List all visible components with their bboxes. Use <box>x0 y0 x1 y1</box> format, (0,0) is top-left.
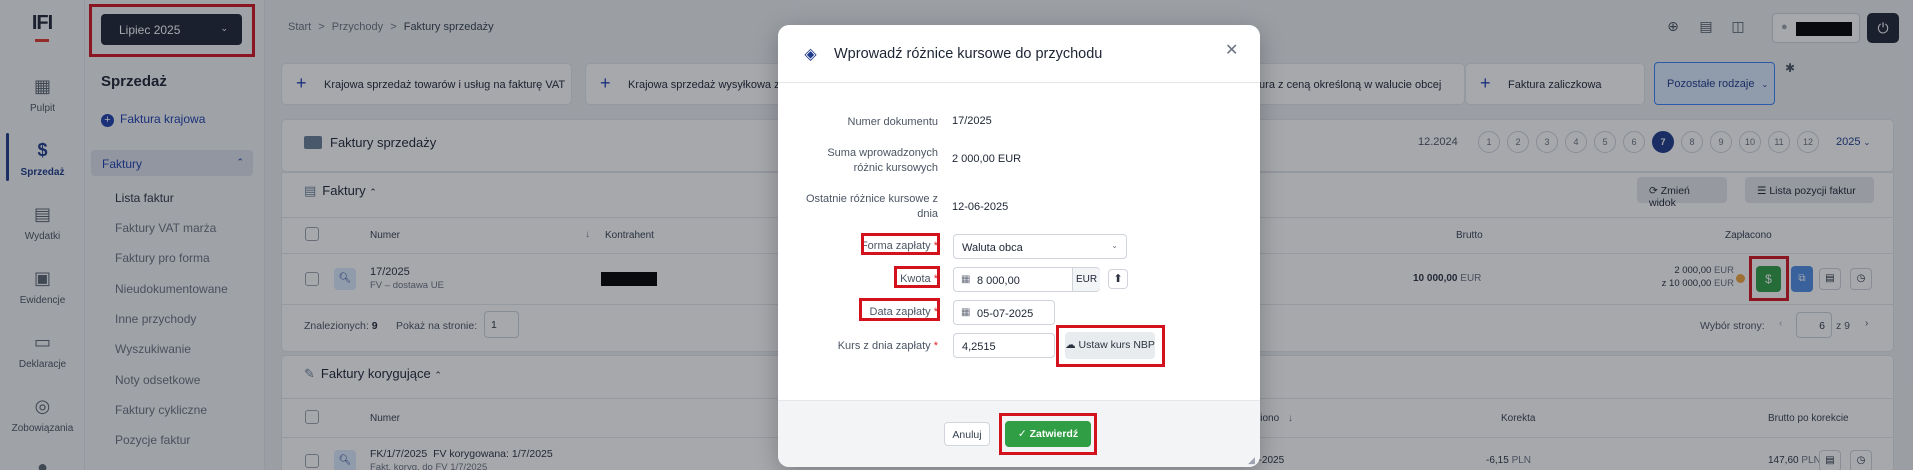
rate-label: Kurs z dnia zapłaty * <box>837 340 938 352</box>
highlight-amount <box>894 266 940 288</box>
sum-label: Suma wprowadzonych różnic kursowych <box>827 147 938 174</box>
last-diff-value: 12-06-2025 <box>952 201 1009 213</box>
modal-title: Wprowadź różnice kursowe do przychodu <box>834 46 1103 62</box>
resize-handle-icon[interactable]: ◢ <box>1248 455 1255 466</box>
close-icon[interactable]: ✕ <box>1225 40 1238 60</box>
amount-info-button[interactable]: ⬆ <box>1108 269 1128 289</box>
highlight-payment-date <box>859 298 940 321</box>
currency-addon: EUR <box>1072 268 1100 291</box>
amount-input[interactable]: ▦ 8 000,00 EUR <box>953 267 1100 292</box>
exchange-diff-modal: ◈ Wprowadź różnice kursowe do przychodu … <box>778 25 1260 467</box>
payment-date-input[interactable]: ▦ 05-07-2025 <box>953 300 1055 325</box>
arrow-up-circle-icon: ⬆ <box>1113 273 1123 285</box>
chevron-down-icon: ⌄ <box>1111 241 1118 250</box>
rate-input[interactable]: 4,2515 <box>953 333 1055 358</box>
doc-number-value: 17/2025 <box>952 115 992 127</box>
divider <box>778 82 1260 83</box>
layers-icon: ◈ <box>804 46 817 63</box>
calculator-icon: ▦ <box>961 274 971 285</box>
highlight-confirm <box>999 413 1097 455</box>
sum-value: 2 000,00 EUR <box>952 153 1022 165</box>
highlight-payment-form <box>861 233 940 255</box>
calendar-icon: ▦ <box>961 307 971 318</box>
cancel-button[interactable]: Anuluj <box>944 422 990 446</box>
highlight-nbp-button <box>1056 325 1165 367</box>
last-diff-label: Ostatnie różnice kursowe z dnia <box>805 193 938 220</box>
payment-form-select[interactable]: Waluta obca ⌄ <box>953 234 1127 259</box>
doc-number-label: Numer dokumentu <box>847 116 939 128</box>
